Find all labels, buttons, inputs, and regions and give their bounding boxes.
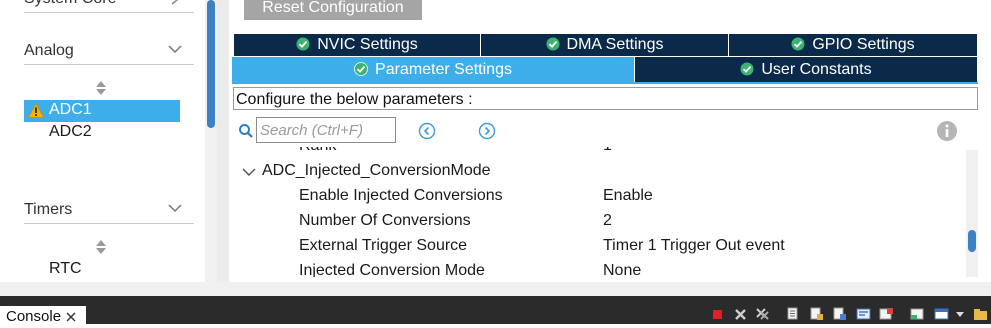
param-value[interactable]: 2	[603, 212, 612, 230]
param-row-enable-injected-conversions[interactable]: Enable Injected Conversions Enable	[232, 184, 966, 209]
folder-icon[interactable]	[973, 307, 988, 321]
tree-item-label: ADC1	[49, 101, 92, 118]
check-circle-icon	[791, 37, 805, 51]
scroll-lock-icon[interactable]	[809, 307, 824, 321]
info-icon[interactable]	[936, 120, 958, 142]
remove-all-icon[interactable]	[755, 307, 770, 321]
tab-nvic-settings[interactable]: NVIC Settings	[234, 34, 481, 56]
chevron-down-icon	[168, 45, 182, 54]
tree-item-label: ADC2	[49, 123, 92, 140]
close-icon[interactable]	[66, 312, 76, 322]
check-circle-icon	[546, 37, 560, 51]
word-wrap-icon[interactable]	[832, 307, 847, 321]
left-scrollbar-thumb[interactable]	[207, 0, 215, 128]
param-name: Enable Injected Conversions	[299, 187, 503, 204]
reset-configuration-button[interactable]: Reset Configuration	[244, 0, 422, 20]
pin-console-icon[interactable]	[856, 307, 871, 321]
remove-launch-icon[interactable]	[733, 307, 748, 321]
sort-icon[interactable]	[95, 80, 107, 96]
tree-item-label: RTC	[49, 260, 82, 277]
circle-chevron-right-icon[interactable]	[478, 122, 496, 140]
param-name: Rank	[299, 147, 336, 155]
param-name: Number Of Conversions	[299, 212, 471, 229]
circle-chevron-left-icon[interactable]	[418, 122, 436, 140]
tree-item-adc2[interactable]: ADC2	[24, 122, 180, 144]
configure-parameters-label: Configure the below parameters :	[233, 87, 978, 110]
param-row-injected-conversion-mode[interactable]: Injected Conversion Mode None	[232, 259, 966, 277]
param-value[interactable]: None	[603, 262, 641, 277]
tab-gpio-settings[interactable]: GPIO Settings	[729, 34, 977, 56]
param-row-external-trigger-source[interactable]: External Trigger Source Timer 1 Trigger …	[232, 234, 966, 259]
parameter-tree: Rank 1 ADC_Injected_ConversionMode Enabl…	[232, 147, 966, 277]
chevron-right-icon	[171, 0, 179, 5]
tab-underline	[232, 82, 978, 84]
param-row-rank[interactable]: Rank 1	[232, 147, 966, 159]
new-console-icon[interactable]	[934, 307, 949, 321]
tab-label: NVIC Settings	[317, 36, 418, 53]
sort-icon[interactable]	[95, 239, 107, 255]
param-name: Injected Conversion Mode	[299, 262, 485, 277]
parameter-scrollbar-thumb[interactable]	[968, 230, 976, 252]
chevron-down-icon	[168, 204, 182, 213]
param-group-label: ADC_Injected_ConversionMode	[262, 162, 491, 179]
category-label: Analog	[24, 42, 74, 59]
tab-parameter-settings[interactable]: Parameter Settings	[232, 57, 635, 82]
open-console-icon[interactable]	[910, 307, 925, 321]
tab-label: GPIO Settings	[812, 36, 915, 53]
dropdown-arrow-icon[interactable]	[954, 307, 966, 321]
tab-label: User Constants	[761, 61, 872, 78]
param-value[interactable]: 1	[603, 147, 612, 155]
bottom-divider	[0, 282, 991, 296]
category-label: System Core	[24, 0, 116, 8]
terminate-icon[interactable]	[710, 307, 725, 321]
copy-icon[interactable]	[786, 307, 801, 321]
check-circle-icon	[354, 62, 368, 76]
param-name: External Trigger Source	[299, 237, 468, 254]
category-label: Timers	[24, 201, 73, 218]
param-value[interactable]: Timer 1 Trigger Out event	[603, 237, 785, 255]
category-panel: System Core Analog ADC1 ADC2 Timers	[0, 0, 205, 282]
tab-user-constants[interactable]: User Constants	[635, 57, 977, 82]
console-tab[interactable]: Console	[0, 306, 86, 328]
search-input[interactable]	[256, 117, 396, 143]
tree-item-adc1[interactable]: ADC1	[24, 100, 180, 122]
category-timers[interactable]: Timers	[24, 197, 194, 224]
category-system-core[interactable]: System Core	[24, 0, 194, 13]
parameter-scrollbar-track[interactable]	[966, 150, 978, 277]
panel-splitter[interactable]	[217, 0, 229, 282]
check-circle-icon	[740, 62, 754, 76]
chevron-down-icon	[242, 168, 256, 177]
tab-dma-settings[interactable]: DMA Settings	[481, 34, 729, 56]
param-value[interactable]: Enable	[603, 187, 653, 205]
tab-label: DMA Settings	[566, 36, 664, 53]
check-circle-icon	[296, 37, 310, 51]
warning-icon	[28, 103, 44, 118]
tree-item-rtc[interactable]: RTC	[24, 259, 180, 281]
param-group-injected-conversion-mode[interactable]: ADC_Injected_ConversionMode	[232, 159, 966, 184]
category-analog[interactable]: Analog	[24, 38, 194, 65]
console-tab-label: Console	[6, 308, 62, 325]
param-row-number-of-conversions[interactable]: Number Of Conversions 2	[232, 209, 966, 234]
tab-label: Parameter Settings	[375, 61, 512, 78]
search-icon	[239, 124, 253, 138]
display-console-icon[interactable]	[879, 307, 894, 321]
